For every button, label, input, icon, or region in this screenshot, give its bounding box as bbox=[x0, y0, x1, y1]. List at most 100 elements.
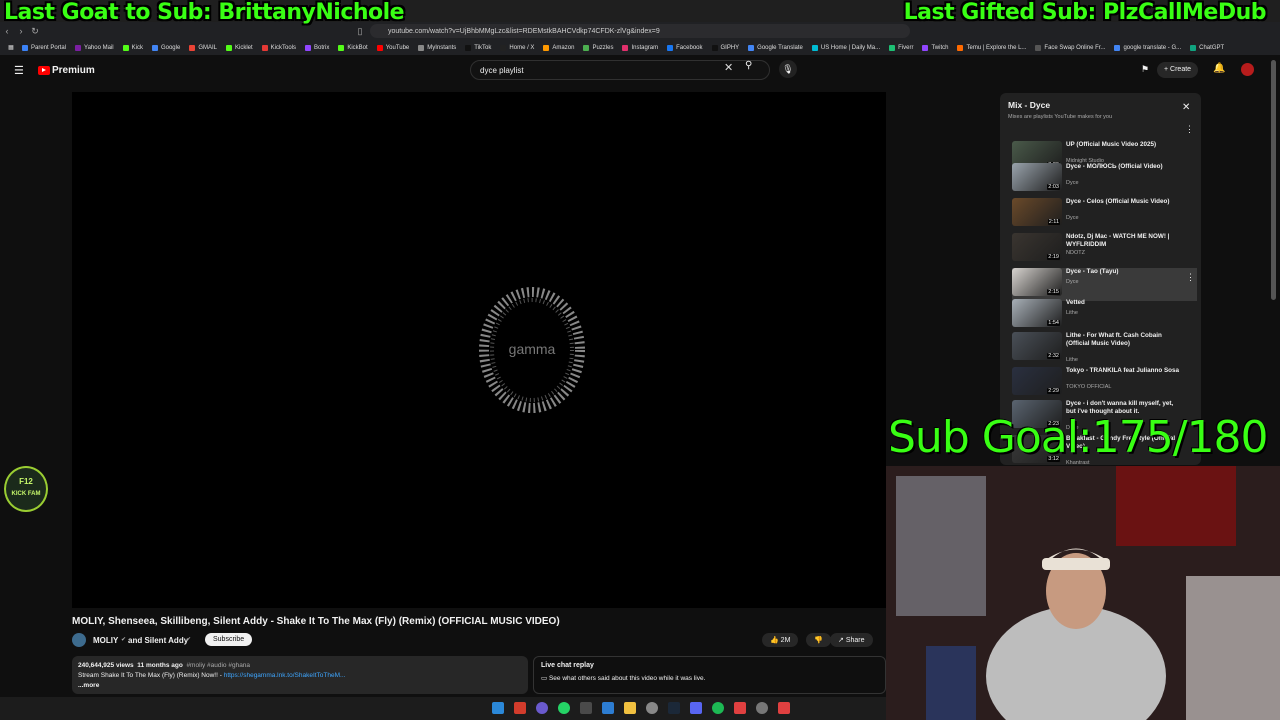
playlist-thumbnail[interactable]: 2:32 bbox=[1012, 332, 1062, 360]
app-icon[interactable] bbox=[778, 702, 790, 714]
cast-icon[interactable]: ⚑ bbox=[1141, 64, 1149, 75]
bookmark-item[interactable]: Google bbox=[151, 44, 180, 51]
bookmark-favicon-icon bbox=[1190, 44, 1197, 51]
bookmark-item[interactable]: ChatGPT bbox=[1190, 44, 1224, 51]
bookmark-item[interactable]: GMAIL bbox=[189, 44, 217, 51]
bookmark-item[interactable]: Home / X bbox=[500, 44, 534, 51]
subscribe-button[interactable]: Subscribe bbox=[205, 633, 253, 646]
playlist-item-title[interactable]: Dyce - МОЛЮСЬ (Official Video) bbox=[1066, 163, 1184, 171]
bookmark-favicon-icon bbox=[376, 44, 383, 51]
playlist-item[interactable]: 2:15 Dyce - Тaо (Тayu) Dyce ⋮ bbox=[1012, 268, 1197, 301]
playlist-item[interactable]: 2:11 Dyce - Celos (Official Music Video) D… bbox=[1012, 198, 1197, 231]
playlist-item-title[interactable]: Lithe - For What ft. Cash Cobain (Offici… bbox=[1066, 332, 1184, 348]
live-chat-replay[interactable]: Live chat replay ▭ See what others said … bbox=[533, 656, 886, 694]
photos-icon[interactable] bbox=[602, 702, 614, 714]
playlist-item-title[interactable]: Dyce - Celos (Official Music Video) bbox=[1066, 198, 1184, 206]
channel-suffix[interactable]: and Silent Addy bbox=[128, 636, 188, 645]
forward-icon[interactable]: › bbox=[14, 26, 28, 36]
channel-avatar[interactable] bbox=[72, 633, 86, 647]
playlist-thumbnail[interactable]: 1:54 bbox=[1012, 299, 1062, 327]
bookmark-item[interactable]: Temu | Explore the L... bbox=[957, 44, 1026, 51]
playlist-item-title[interactable]: UP (Official Music Video 2025) bbox=[1066, 141, 1184, 149]
bookmark-item[interactable]: Yahoo Mail bbox=[75, 44, 114, 51]
description-box[interactable]: 240,644,925 views 11 months ago #moliy #… bbox=[72, 656, 528, 694]
playlist-item[interactable]: 2:32 Lithe - For What ft. Cash Cobain (Of… bbox=[1012, 332, 1197, 365]
app-icon[interactable] bbox=[690, 702, 702, 714]
windows-start-icon[interactable] bbox=[492, 702, 504, 714]
avatar[interactable] bbox=[1241, 63, 1254, 76]
bookmark-item[interactable]: Kick bbox=[122, 44, 143, 51]
bookmark-item[interactable]: Google Translate bbox=[748, 44, 803, 51]
bookmark-item[interactable]: TikTok bbox=[465, 44, 491, 51]
bookmark-item[interactable]: Fiverr bbox=[889, 44, 913, 51]
bookmark-item[interactable]: GIPHY bbox=[711, 44, 739, 51]
brave-icon[interactable] bbox=[514, 702, 526, 714]
calculator-icon[interactable] bbox=[580, 702, 592, 714]
bookmark-icon[interactable]: ▯ bbox=[353, 26, 367, 37]
bookmark-item[interactable]: google translate - G... bbox=[1114, 44, 1181, 51]
bookmark-item[interactable]: Parent Portal bbox=[22, 44, 66, 51]
playlist-thumbnail[interactable]: 2:11 bbox=[1012, 198, 1062, 226]
item-menu-icon[interactable]: ⋮ bbox=[1186, 272, 1195, 283]
playlist-item-title[interactable]: Dyce - Тaо (Тayu) bbox=[1066, 268, 1184, 276]
video-player[interactable]: gamma bbox=[72, 92, 886, 608]
bookmark-item[interactable]: YouTube bbox=[376, 44, 409, 51]
bookmark-item[interactable]: Botrix bbox=[305, 44, 329, 51]
playlist-item[interactable]: 2:19 Ndotz, Dj Mac - WATCH ME NOW! | WYFL… bbox=[1012, 233, 1197, 266]
bookmark-item[interactable]: Amazon bbox=[543, 44, 574, 51]
app-icon[interactable] bbox=[536, 702, 548, 714]
playlist-thumbnail[interactable]: 2:15 bbox=[1012, 268, 1062, 296]
bookmark-item[interactable]: KickBot bbox=[338, 44, 368, 51]
verified-icon: ✔ bbox=[186, 637, 192, 643]
reload-icon[interactable]: ↻ bbox=[28, 26, 42, 37]
bookmark-item[interactable]: Puzzles bbox=[583, 44, 613, 51]
search-icon[interactable]: ⚲ bbox=[745, 60, 752, 71]
youtube-logo[interactable]: Premium bbox=[38, 65, 95, 76]
playlist-thumbnail[interactable]: 2:03 bbox=[1012, 163, 1062, 191]
folder-icon[interactable] bbox=[624, 702, 636, 714]
playlist-item-title[interactable]: Vetted bbox=[1066, 299, 1184, 307]
hashtags[interactable]: #moliy #audio #ghana bbox=[186, 662, 250, 669]
playlist-item[interactable]: 1:54 Vetted Lithe bbox=[1012, 299, 1197, 332]
bookmark-item[interactable]: MyInstants bbox=[418, 44, 456, 51]
page-scrollbar[interactable] bbox=[1271, 60, 1276, 300]
clear-search-icon[interactable]: ✕ bbox=[724, 61, 733, 74]
playlist-item[interactable]: 2:29 Tokyo - TRANKILA feat Julianno Sosa T… bbox=[1012, 367, 1197, 400]
like-button[interactable]: 👍 2M bbox=[762, 633, 799, 647]
bookmark-item[interactable]: Twitch bbox=[922, 44, 948, 51]
bookmark-item[interactable]: US Home | Daily Ma... bbox=[811, 44, 880, 51]
back-icon[interactable]: ‹ bbox=[0, 26, 14, 36]
bookmark-item[interactable]: Instagram bbox=[622, 44, 659, 51]
settings-icon[interactable] bbox=[646, 702, 658, 714]
share-button[interactable]: ↗ Share bbox=[830, 633, 873, 647]
bookmark-favicon-icon bbox=[22, 44, 28, 51]
microphone-icon[interactable]: 🎙 bbox=[779, 60, 797, 78]
apps-icon[interactable]: ▦ bbox=[0, 44, 22, 51]
app-icon[interactable] bbox=[734, 702, 746, 714]
bookmark-label: Instagram bbox=[631, 44, 659, 51]
thumbs-up-icon: 👍 bbox=[770, 637, 781, 644]
bookmark-item[interactable]: Face Swap Online Fr... bbox=[1035, 44, 1105, 51]
playlist-thumbnail[interactable]: 2:19 bbox=[1012, 233, 1062, 261]
description-link[interactable]: https://shegamma.lnk.to/ShakeItToTheM... bbox=[224, 672, 346, 679]
dislike-button[interactable]: 👎 bbox=[806, 633, 831, 647]
more-options-icon[interactable]: ⋮ bbox=[1185, 124, 1194, 135]
menu-icon[interactable]: ☰ bbox=[14, 64, 24, 77]
playlist-item-title[interactable]: Ndotz, Dj Mac - WATCH ME NOW! | WYFLRIDD… bbox=[1066, 233, 1184, 249]
bookmark-item[interactable]: Kicklet bbox=[225, 44, 253, 51]
more-link[interactable]: ...more bbox=[78, 681, 522, 691]
playlist-item[interactable]: 2:03 Dyce - МОЛЮСЬ (Official Video) Dyce bbox=[1012, 163, 1197, 196]
close-icon[interactable]: ✕ bbox=[1182, 102, 1190, 113]
bookmark-item[interactable]: Facebook bbox=[667, 44, 703, 51]
obs-icon[interactable] bbox=[756, 702, 768, 714]
create-button[interactable]: + Create bbox=[1157, 62, 1199, 78]
bookmark-item[interactable]: KickTools bbox=[261, 44, 296, 51]
steam-icon[interactable] bbox=[668, 702, 680, 714]
whatsapp-icon[interactable] bbox=[558, 702, 570, 714]
notifications-icon[interactable]: 🔔 bbox=[1213, 63, 1225, 74]
playlist-thumbnail[interactable]: 2:29 bbox=[1012, 367, 1062, 395]
playlist-item-title[interactable]: Tokyo - TRANKILA feat Julianno Sosa bbox=[1066, 367, 1184, 375]
channel-name[interactable]: MOLIY bbox=[93, 636, 118, 645]
spotify-icon[interactable] bbox=[712, 702, 724, 714]
address-bar[interactable]: youtube.com/watch?v=UjBhbMMgLzc&list=RDE… bbox=[370, 24, 910, 38]
